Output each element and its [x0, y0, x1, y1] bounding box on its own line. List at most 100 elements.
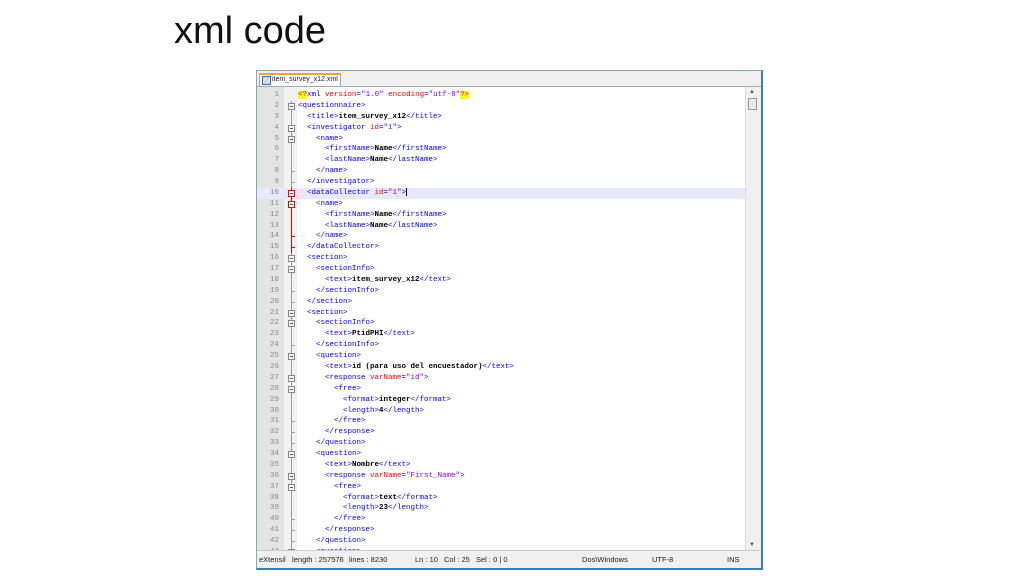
fold-minus-icon[interactable] — [288, 483, 295, 491]
fold-minus-icon[interactable] — [288, 124, 295, 132]
fold-minus-icon[interactable] — [288, 200, 295, 208]
token-tag: > — [424, 373, 429, 382]
token-val: "utf-8" — [428, 91, 461, 99]
code-line[interactable]: 34 <question> — [257, 449, 745, 461]
code-editor[interactable]: 1 <?xml version="1.0" encoding="utf-8"?> 2… — [257, 87, 745, 550]
code-line[interactable]: 39 <length>23</length> — [257, 503, 745, 515]
code-line[interactable]: 41 </response> — [257, 525, 745, 537]
token-att: id — [370, 123, 380, 132]
code-line[interactable]: 36 <response varName="First_Name"> — [257, 470, 745, 482]
fold-end-marker — [291, 301, 295, 303]
line-number: 39 — [269, 504, 279, 513]
token-tag: </text> — [379, 460, 411, 469]
line-number: 36 — [269, 471, 279, 480]
code-line[interactable]: 19 </sectionInfo> — [257, 285, 745, 297]
code-text: </sectionInfo> — [316, 286, 379, 297]
code-line[interactable]: 3 <title>item_survey_x12</title> — [257, 111, 745, 123]
code-line[interactable]: 1 <?xml version="1.0" encoding="utf-8"?> — [257, 90, 745, 101]
scroll-thumb[interactable] — [748, 98, 757, 110]
code-line[interactable]: 31 </free> — [257, 416, 745, 428]
code-line[interactable]: 7 <lastName>Name</lastName> — [257, 155, 745, 167]
code-line[interactable]: 2 <questionnaire> — [257, 100, 745, 112]
line-number: 15 — [269, 243, 279, 252]
code-line[interactable]: 29 <format>integer</format> — [257, 394, 745, 406]
fold-minus-icon[interactable] — [288, 309, 295, 317]
code-line[interactable]: 26 <text>id (para uso del encuestador)</t… — [257, 362, 745, 373]
line-number: 27 — [269, 373, 279, 382]
line-number: 41 — [269, 526, 279, 535]
code-line[interactable]: 38 <format>text</format> — [257, 492, 745, 504]
code-line[interactable]: 28 <free> — [257, 383, 745, 395]
code-line[interactable]: 4 <investigator id="1"> — [257, 122, 745, 134]
fold-line — [291, 492, 292, 504]
fold-minus-icon[interactable] — [288, 135, 295, 143]
token-tag: xml — [307, 91, 326, 99]
code-line[interactable]: 8 </name> — [257, 166, 745, 178]
code-text: </response> — [325, 525, 375, 536]
code-line[interactable]: 15 </dataCollector> — [257, 242, 745, 254]
fold-minus-icon[interactable] — [288, 255, 295, 263]
code-line[interactable]: 37 <free> — [257, 481, 745, 493]
code-line[interactable]: 35 <text>Nombre</text> — [257, 459, 745, 471]
code-line[interactable]: 9 </investigator> — [257, 177, 745, 189]
code-line[interactable]: 14 </name> — [257, 231, 745, 243]
token-tag: > — [460, 471, 465, 480]
token-tag: </question> — [316, 537, 366, 546]
fold-line — [291, 362, 292, 373]
token-tag: </format> — [397, 493, 438, 502]
fold-end-marker — [291, 443, 295, 445]
token-tag: </section> — [307, 297, 353, 306]
fold-minus-icon[interactable] — [288, 385, 295, 393]
code-line[interactable]: 11 <name> — [257, 198, 745, 210]
line-number: 37 — [269, 482, 279, 491]
line-number: 29 — [269, 395, 279, 404]
fold-minus-icon[interactable] — [288, 374, 295, 382]
code-text: </name> — [316, 166, 348, 177]
fold-minus-icon[interactable] — [288, 451, 295, 459]
code-line[interactable]: 20 </section> — [257, 296, 745, 308]
code-line[interactable]: 33 </question> — [257, 438, 745, 450]
fold-end-marker — [291, 236, 295, 238]
scroll-up-icon[interactable]: ▲ — [749, 89, 755, 95]
token-tag: <text> — [325, 330, 353, 339]
code-line[interactable]: 13 <lastName>Name</lastName> — [257, 220, 745, 232]
fold-minus-icon[interactable] — [288, 320, 295, 328]
code-text: </response> — [325, 427, 375, 438]
code-line[interactable]: 16 <section> — [257, 253, 745, 265]
token-tag: </text> — [419, 275, 452, 284]
code-line[interactable]: 24 </sectionInfo> — [257, 340, 745, 352]
fold-line — [291, 111, 292, 123]
code-line[interactable]: 22 <sectionInfo> — [257, 318, 745, 330]
code-line[interactable]: 23 <text>PtidPHI</text> — [257, 329, 745, 341]
fold-minus-icon[interactable] — [288, 353, 295, 361]
code-line[interactable]: 17 <sectionInfo> — [257, 264, 745, 276]
code-line[interactable]: 42 </question> — [257, 536, 745, 548]
code-line[interactable]: 40 </free> — [257, 514, 745, 526]
token-tag: </text> — [383, 330, 416, 339]
tab-item-survey[interactable]: item_survey_x12.xml — [259, 73, 341, 86]
code-line[interactable]: 25 <question> — [257, 351, 745, 363]
token-tag: </text> — [482, 363, 515, 371]
code-line[interactable]: 21 <section> — [257, 307, 745, 319]
fold-minus-icon[interactable] — [288, 266, 295, 274]
fold-minus-icon[interactable] — [288, 102, 295, 110]
code-line[interactable]: 10 <dataCollector id="1"> — [257, 187, 745, 199]
token-txt: Nombre — [352, 460, 380, 469]
code-line[interactable]: 32 </response> — [257, 427, 745, 439]
fold-minus-icon[interactable] — [288, 189, 295, 197]
fold-line — [291, 144, 292, 156]
code-text: <response varName="First_Name"> — [325, 471, 465, 482]
code-line[interactable]: 12 <firstName>Name</firstName> — [257, 209, 745, 221]
code-line[interactable]: 30 <length>4</length> — [257, 405, 745, 417]
code-line[interactable]: 27 <response varName="id"> — [257, 372, 745, 384]
fold-line — [291, 503, 292, 515]
token-pi: ?> — [460, 91, 470, 99]
code-line[interactable]: 6 <firstName>Name</firstName> — [257, 144, 745, 156]
line-number: 30 — [269, 406, 279, 415]
token-tag: <length> — [343, 504, 380, 513]
vertical-scrollbar[interactable]: ▲ ▼ — [745, 87, 758, 550]
code-line[interactable]: 5 <name> — [257, 133, 745, 145]
code-line[interactable]: 18 <text>item_survey_x12</text> — [257, 274, 745, 286]
fold-minus-icon[interactable] — [288, 472, 295, 480]
scroll-down-icon[interactable]: ▼ — [749, 542, 755, 548]
